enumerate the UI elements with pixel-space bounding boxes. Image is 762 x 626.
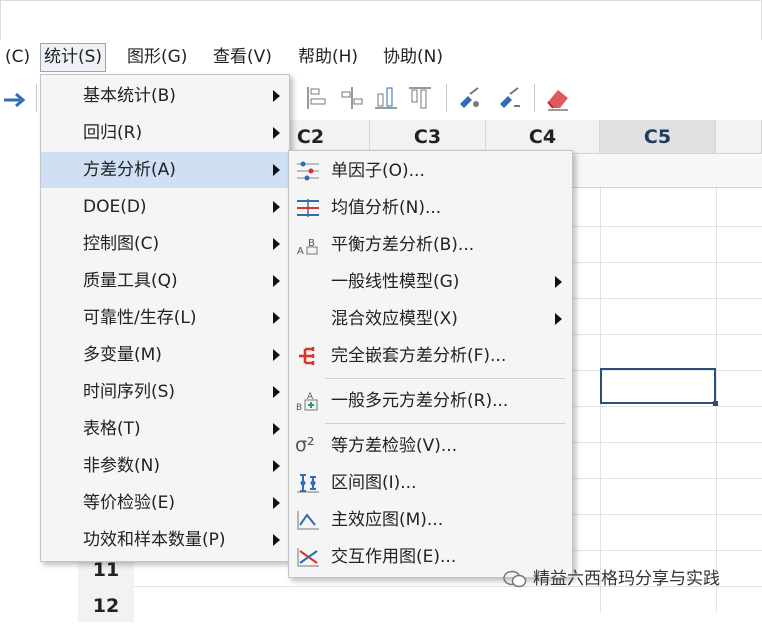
submenu-arrow-icon bbox=[555, 276, 562, 288]
interaction-plot-icon bbox=[297, 548, 319, 567]
column-header-c5[interactable]: C5 bbox=[600, 120, 716, 154]
submenu-arrow-icon bbox=[273, 164, 280, 176]
submenu-arrow-icon bbox=[273, 460, 280, 472]
menu-item-time-series[interactable]: 时间序列(S) bbox=[41, 374, 289, 410]
menu-item-one-way[interactable]: 单因子(O)... bbox=[289, 153, 572, 189]
stat-menu: 基本统计(B) 回归(R) 方差分析(A) DOE(D) 控制图(C) 质量工具… bbox=[40, 74, 290, 562]
align-top-icon[interactable] bbox=[406, 84, 434, 112]
submenu-arrow-icon bbox=[273, 201, 280, 213]
menu-view[interactable]: 查看(V) bbox=[210, 44, 275, 71]
menu-item-fully-nested-anova[interactable]: 完全嵌套方差分析(F)... bbox=[289, 338, 572, 374]
menu-item-nonparametrics[interactable]: 非参数(N) bbox=[41, 448, 289, 484]
menu-item-anova[interactable]: 方差分析(A) bbox=[41, 152, 289, 188]
brush-remove-icon[interactable] bbox=[496, 84, 524, 112]
menu-item-basic-stats[interactable]: 基本统计(B) bbox=[41, 78, 289, 114]
menu-item-multivariate[interactable]: 多变量(M) bbox=[41, 337, 289, 373]
anova-submenu: 单因子(O)... 均值分析(N)... A B 平衡方差分析(B)... 一般… bbox=[288, 150, 573, 578]
menu-item-analysis-of-means[interactable]: 均值分析(N)... bbox=[289, 190, 572, 226]
menu-graph[interactable]: 图形(G) bbox=[124, 44, 190, 71]
svg-text:B: B bbox=[296, 403, 302, 412]
menu-item-control-charts[interactable]: 控制图(C) bbox=[41, 226, 289, 262]
menu-item-regression[interactable]: 回归(R) bbox=[41, 115, 289, 151]
submenu-arrow-icon bbox=[273, 238, 280, 250]
menu-item-test-equal-variances[interactable]: σ² 等方差检验(V)... bbox=[289, 428, 572, 464]
menu-item-general-manova[interactable]: B A 一般多元方差分析(R)... bbox=[289, 383, 572, 419]
submenu-arrow-icon bbox=[273, 423, 280, 435]
toolbar-separator bbox=[446, 84, 447, 112]
menu-item-main-effects-plot[interactable]: 主效应图(M)... bbox=[289, 502, 572, 538]
redo-arrow-icon[interactable] bbox=[2, 84, 30, 112]
menu-item-power-sample-size[interactable]: 功效和样本数量(P) bbox=[41, 522, 289, 558]
menu-item-tables[interactable]: 表格(T) bbox=[41, 411, 289, 447]
column-header-c3[interactable]: C3 bbox=[370, 120, 486, 154]
column-header-c4[interactable]: C4 bbox=[486, 120, 600, 154]
menu-item-equivalence-tests[interactable]: 等价检验(E) bbox=[41, 485, 289, 521]
submenu-arrow-icon bbox=[273, 534, 280, 546]
align-bottom-icon[interactable] bbox=[372, 84, 400, 112]
sigma-squared-icon: σ² bbox=[295, 434, 315, 456]
submenu-arrow-icon bbox=[273, 349, 280, 361]
nested-anova-icon bbox=[299, 347, 315, 365]
one-way-anova-icon bbox=[297, 161, 319, 181]
submenu-arrow-icon bbox=[273, 90, 280, 102]
eraser-icon[interactable] bbox=[544, 84, 572, 112]
align-center-icon[interactable] bbox=[338, 84, 366, 112]
watermark-text: 精益六西格玛分享与实践 bbox=[533, 569, 720, 589]
row-header-12[interactable]: 12 bbox=[78, 586, 134, 622]
active-cell[interactable] bbox=[600, 368, 718, 406]
submenu-arrow-icon bbox=[273, 312, 280, 324]
submenu-arrow-icon bbox=[273, 275, 280, 287]
menu-item-mixed-effects-model[interactable]: 混合效应模型(X) bbox=[289, 301, 572, 337]
menu-item-quality-tools[interactable]: 质量工具(Q) bbox=[41, 263, 289, 299]
align-left-icon[interactable] bbox=[304, 84, 332, 112]
menu-item-doe[interactable]: DOE(D) bbox=[41, 189, 289, 225]
submenu-arrow-icon bbox=[273, 127, 280, 139]
general-manova-icon: B A bbox=[296, 392, 318, 412]
main-effects-plot-icon bbox=[297, 511, 319, 530]
watermark: 精益六西格玛分享与实践 bbox=[503, 566, 720, 592]
menu-stat[interactable]: 统计(S) bbox=[40, 43, 107, 72]
balanced-anova-icon: A B bbox=[297, 238, 318, 256]
svg-text:A: A bbox=[297, 246, 304, 256]
menu-assist[interactable]: 协助(N) bbox=[380, 44, 446, 71]
menu-item-interval-plot[interactable]: 区间图(I)... bbox=[289, 465, 572, 501]
brush-add-icon[interactable] bbox=[456, 84, 484, 112]
analysis-of-means-icon bbox=[297, 199, 319, 217]
menu-separator bbox=[325, 378, 565, 379]
menu-item-general-linear-model[interactable]: 一般线性模型(G) bbox=[289, 264, 572, 300]
menu-help[interactable]: 帮助(H) bbox=[295, 44, 361, 71]
menu-edit-partial[interactable]: (C) bbox=[2, 44, 33, 71]
toolbar-separator bbox=[534, 84, 535, 112]
toolbar-separator bbox=[36, 84, 37, 112]
submenu-arrow-icon bbox=[273, 497, 280, 509]
submenu-arrow-icon bbox=[273, 386, 280, 398]
menu-item-balanced-anova[interactable]: A B 平衡方差分析(B)... bbox=[289, 227, 572, 263]
menu-item-reliability[interactable]: 可靠性/生存(L) bbox=[41, 300, 289, 336]
menu-separator bbox=[325, 423, 565, 424]
column-header-next[interactable] bbox=[716, 120, 762, 154]
menu-bar: (C) 统计(S) 图形(G) 查看(V) 帮助(H) 协助(N) bbox=[0, 40, 762, 74]
fill-handle[interactable] bbox=[713, 401, 718, 406]
submenu-arrow-icon bbox=[555, 313, 562, 325]
interval-plot-icon bbox=[297, 474, 319, 493]
wechat-icon bbox=[503, 570, 527, 588]
